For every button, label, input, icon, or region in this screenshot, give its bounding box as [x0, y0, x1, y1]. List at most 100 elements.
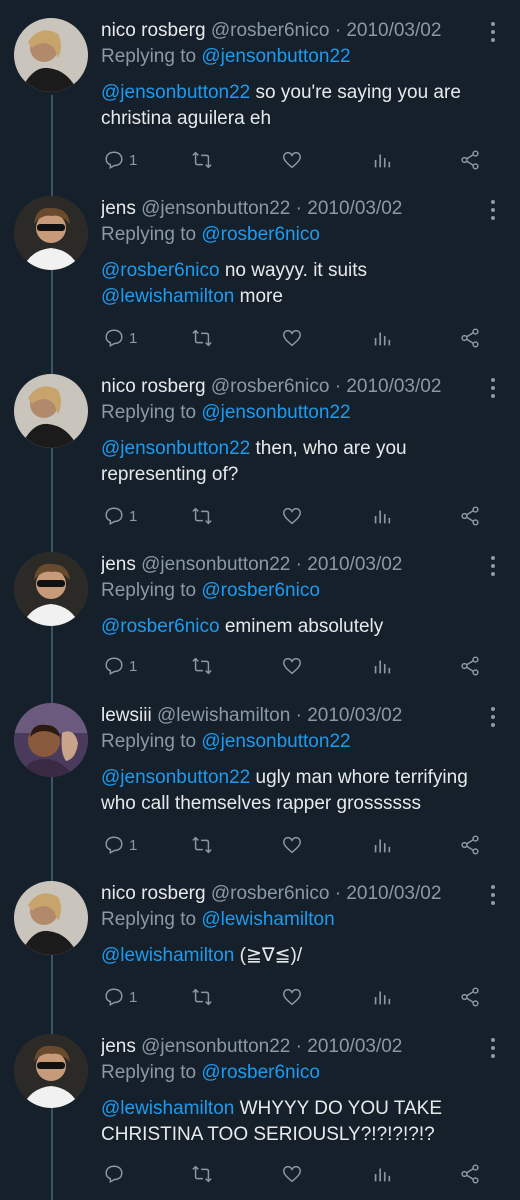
retweet-button[interactable] [191, 326, 213, 350]
user-handle[interactable]: @lewishamilton [157, 705, 290, 726]
reply-icon [105, 657, 123, 676]
share-button[interactable] [459, 1162, 481, 1186]
retweet-button[interactable] [191, 504, 213, 528]
display-name[interactable]: jens [101, 1036, 136, 1057]
like-button[interactable] [281, 985, 303, 1009]
more-icon[interactable] [490, 200, 496, 220]
replying-to-mention[interactable]: @rosber6nico [201, 224, 320, 245]
more-icon[interactable] [490, 22, 496, 42]
like-button[interactable] [281, 148, 303, 172]
avatar[interactable] [14, 374, 88, 448]
avatar[interactable] [14, 552, 88, 626]
reply-button[interactable]: 1 [103, 148, 137, 172]
tweet[interactable]: nico rosberg @rosber6nico · 2010/03/02 R… [0, 881, 520, 1016]
tweet[interactable]: jens @jensonbutton22 · 2010/03/02 Replyi… [0, 552, 520, 687]
mention-link[interactable]: @jensonbutton22 [101, 767, 250, 788]
mention-link[interactable]: @lewishamilton [101, 286, 234, 307]
like-button[interactable] [281, 654, 303, 678]
user-handle[interactable]: @jensonbutton22 [141, 554, 290, 575]
more-icon[interactable] [490, 378, 496, 398]
user-handle[interactable]: @jensonbutton22 [141, 198, 290, 219]
replying-to-mention[interactable]: @rosber6nico [201, 580, 320, 601]
display-name[interactable]: jens [101, 198, 136, 219]
share-button[interactable] [459, 148, 481, 172]
share-button[interactable] [459, 985, 481, 1009]
display-name[interactable]: jens [101, 554, 136, 575]
tweet-header: jens @jensonbutton22 · 2010/03/02 [101, 1034, 480, 1060]
mention-link[interactable]: @rosber6nico [101, 260, 220, 281]
mention-link[interactable]: @jensonbutton22 [101, 438, 250, 459]
mention-link[interactable]: @jensonbutton22 [101, 82, 250, 103]
more-icon[interactable] [490, 707, 496, 727]
replying-to-mention[interactable]: @jensonbutton22 [201, 731, 350, 752]
more-icon[interactable] [490, 885, 496, 905]
retweet-button[interactable] [191, 985, 213, 1009]
like-icon [283, 1165, 301, 1183]
share-button[interactable] [459, 504, 481, 528]
like-button[interactable] [281, 326, 303, 350]
separator-dot: · [295, 554, 302, 575]
tweet[interactable]: lewsiii @lewishamilton · 2010/03/02 Repl… [0, 703, 520, 863]
retweet-button[interactable] [191, 148, 213, 172]
replying-to-mention[interactable]: @jensonbutton22 [201, 46, 350, 67]
avatar[interactable] [14, 1034, 88, 1108]
analytics-button[interactable] [371, 148, 393, 172]
share-button[interactable] [459, 654, 481, 678]
retweet-button[interactable] [191, 833, 213, 857]
analytics-button[interactable] [371, 326, 393, 350]
avatar[interactable] [14, 881, 88, 955]
tweet[interactable]: jens @jensonbutton22 · 2010/03/02 Replyi… [0, 196, 520, 356]
replying-to-label: Replying to [101, 224, 197, 245]
avatar[interactable] [14, 18, 88, 92]
tweet-date[interactable]: 2010/03/02 [346, 20, 441, 41]
tweet[interactable]: jens @jensonbutton22 · 2010/03/02 Replyi… [0, 1034, 520, 1200]
tweet-date[interactable]: 2010/03/02 [307, 1036, 402, 1057]
more-icon[interactable] [490, 1038, 496, 1058]
share-button[interactable] [459, 833, 481, 857]
analytics-button[interactable] [371, 654, 393, 678]
separator-dot: · [295, 1036, 302, 1057]
avatar[interactable] [14, 196, 88, 270]
retweet-button[interactable] [191, 1162, 213, 1186]
reply-button[interactable]: 1 [103, 326, 137, 350]
tweet[interactable]: nico rosberg @rosber6nico · 2010/03/02 R… [0, 18, 520, 178]
user-handle[interactable]: @rosber6nico [211, 883, 330, 904]
tweet-date[interactable]: 2010/03/02 [307, 705, 402, 726]
user-handle[interactable]: @rosber6nico [211, 376, 330, 397]
display-name[interactable]: nico rosberg [101, 20, 206, 41]
more-icon[interactable] [490, 556, 496, 576]
tweet-date[interactable]: 2010/03/02 [307, 554, 402, 575]
mention-link[interactable]: @lewishamilton [101, 945, 234, 966]
analytics-button[interactable] [371, 504, 393, 528]
like-button[interactable] [281, 504, 303, 528]
analytics-button[interactable] [371, 985, 393, 1009]
mention-link[interactable]: @rosber6nico [101, 616, 220, 637]
tweet-date[interactable]: 2010/03/02 [307, 198, 402, 219]
tweet[interactable]: nico rosberg @rosber6nico · 2010/03/02 R… [0, 374, 520, 534]
user-handle[interactable]: @rosber6nico [211, 20, 330, 41]
retweet-button[interactable] [191, 654, 213, 678]
share-icon [461, 987, 479, 1007]
avatar[interactable] [14, 703, 88, 777]
reply-button[interactable] [103, 1162, 129, 1186]
reply-button[interactable]: 1 [103, 833, 137, 857]
replying-to-mention[interactable]: @rosber6nico [201, 1062, 320, 1083]
mention-link[interactable]: @lewishamilton [101, 1098, 234, 1119]
reply-icon [105, 836, 123, 855]
analytics-button[interactable] [371, 1162, 393, 1186]
replying-to-mention[interactable]: @lewishamilton [201, 909, 334, 930]
tweet-date[interactable]: 2010/03/02 [346, 376, 441, 397]
user-handle[interactable]: @jensonbutton22 [141, 1036, 290, 1057]
like-button[interactable] [281, 1162, 303, 1186]
reply-button[interactable]: 1 [103, 654, 137, 678]
replying-to-mention[interactable]: @jensonbutton22 [201, 402, 350, 423]
tweet-date[interactable]: 2010/03/02 [346, 883, 441, 904]
display-name[interactable]: lewsiii [101, 705, 152, 726]
reply-button[interactable]: 1 [103, 504, 137, 528]
display-name[interactable]: nico rosberg [101, 376, 206, 397]
reply-button[interactable]: 1 [103, 985, 137, 1009]
like-button[interactable] [281, 833, 303, 857]
share-button[interactable] [459, 326, 481, 350]
display-name[interactable]: nico rosberg [101, 883, 206, 904]
analytics-button[interactable] [371, 833, 393, 857]
